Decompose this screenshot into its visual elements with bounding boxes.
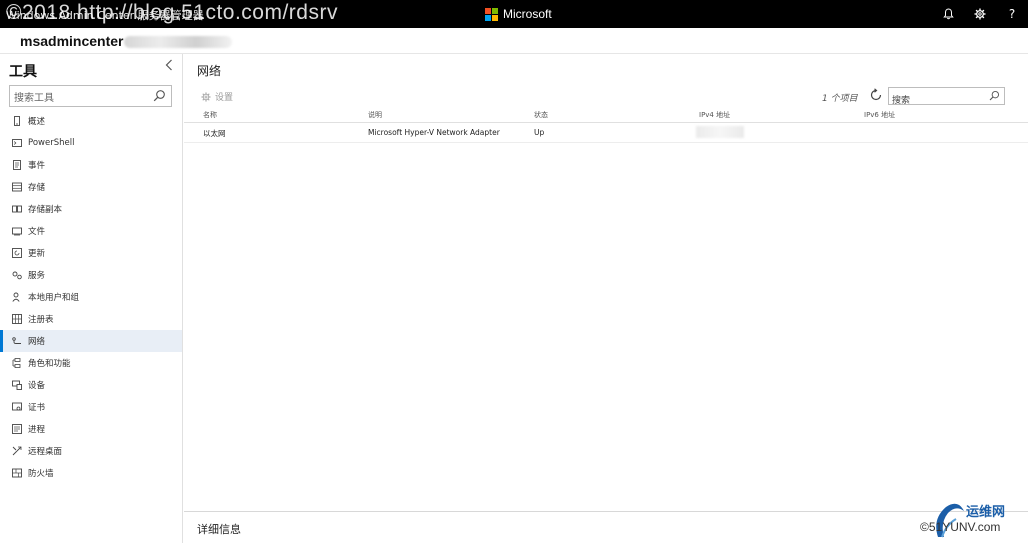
certificates-icon bbox=[12, 402, 22, 412]
sidebar-item-label: 防火墙 bbox=[28, 469, 54, 479]
watermark-text: ©2018 http://blog.51cto.com/rdsrv bbox=[6, 1, 338, 24]
gear-icon bbox=[201, 91, 211, 102]
sidebar-item[interactable]: 更新 bbox=[0, 242, 182, 264]
services-icon bbox=[12, 270, 22, 280]
sidebar-item-label: 更新 bbox=[28, 249, 46, 259]
gear-icon[interactable] bbox=[964, 0, 996, 28]
settings-button[interactable]: 设置 bbox=[201, 90, 233, 103]
server-name: msadmincenter bbox=[20, 33, 124, 49]
cell-name: 以太网 bbox=[203, 129, 226, 138]
events-icon bbox=[12, 160, 22, 170]
sidebar-item-label: PowerShell bbox=[28, 138, 75, 148]
overview-icon bbox=[12, 116, 22, 126]
sidebar-item-label: 存储 bbox=[28, 183, 46, 193]
sidebar-item-label: 远程桌面 bbox=[28, 447, 63, 457]
column-header-status[interactable]: 状态 bbox=[534, 110, 548, 120]
tool-search-box bbox=[9, 85, 172, 109]
storage-icon bbox=[12, 182, 22, 192]
page-title: 网络 bbox=[197, 64, 222, 78]
sidebar-item[interactable]: 事件 bbox=[0, 154, 182, 176]
sidebar-title: 工具 bbox=[9, 64, 37, 80]
refresh-icon[interactable] bbox=[869, 88, 883, 102]
devices-icon bbox=[12, 380, 22, 390]
sidebar-item-label: 本地用户和组 bbox=[28, 293, 80, 303]
processes-icon bbox=[12, 424, 22, 434]
site-logo-url: ©51YUNV.com bbox=[920, 520, 1001, 534]
sidebar-item[interactable]: 服务 bbox=[0, 264, 182, 286]
collapse-sidebar-button[interactable] bbox=[162, 59, 176, 75]
sidebar-item[interactable]: 注册表 bbox=[0, 308, 182, 330]
sidebar-item-label: 角色和功能 bbox=[28, 359, 71, 369]
sidebar-item-label: 概述 bbox=[28, 117, 46, 127]
powershell-icon bbox=[12, 138, 22, 148]
cell-status: Up bbox=[534, 128, 545, 137]
sidebar-item[interactable]: 文件 bbox=[0, 220, 182, 242]
brand-name: Microsoft bbox=[503, 7, 552, 21]
sidebar-item[interactable]: 进程 bbox=[0, 418, 182, 440]
sidebar-item-label: 注册表 bbox=[28, 315, 54, 325]
sidebar-item-label: 证书 bbox=[28, 403, 46, 413]
sidebar-item[interactable]: 防火墙 bbox=[0, 462, 182, 484]
column-header-name[interactable]: 名称 bbox=[203, 110, 217, 120]
files-icon bbox=[12, 226, 22, 236]
redacted-server-suffix bbox=[124, 36, 232, 48]
help-icon[interactable]: ? bbox=[996, 0, 1028, 28]
table-header: 名称 说明 状态 IPv4 地址 IPv6 地址 bbox=[184, 109, 1028, 123]
sidebar-item-label: 文件 bbox=[28, 227, 46, 237]
network-table: 名称 说明 状态 IPv4 地址 IPv6 地址 以太网 Microsoft H… bbox=[184, 109, 1028, 143]
network-search-input[interactable] bbox=[889, 93, 985, 109]
search-icon[interactable] bbox=[989, 90, 1000, 101]
column-header-ipv4[interactable]: IPv4 地址 bbox=[699, 110, 730, 120]
storage-replica-icon bbox=[12, 204, 22, 214]
sidebar-item[interactable]: 远程桌面 bbox=[0, 440, 182, 462]
sidebar-item-label: 进程 bbox=[28, 425, 46, 435]
sidebar-item-label: 事件 bbox=[28, 161, 46, 171]
item-count: 1 个项目 bbox=[822, 94, 858, 104]
sidebar-item[interactable]: 本地用户和组 bbox=[0, 286, 182, 308]
sidebar-item[interactable]: 设备 bbox=[0, 374, 182, 396]
microsoft-brand: Microsoft bbox=[485, 7, 552, 21]
sidebar-item[interactable]: 证书 bbox=[0, 396, 182, 418]
table-row[interactable]: 以太网 Microsoft Hyper-V Network Adapter Up bbox=[184, 123, 1028, 143]
users-icon bbox=[12, 292, 22, 302]
remote-desktop-icon bbox=[12, 446, 22, 456]
column-header-description[interactable]: 说明 bbox=[368, 110, 382, 120]
sidebar-item-label: 网络 bbox=[28, 337, 46, 347]
bell-icon[interactable] bbox=[932, 0, 964, 28]
top-icons: ? bbox=[932, 0, 1028, 28]
details-pane: 详细信息 bbox=[184, 511, 1028, 543]
sidebar-item[interactable]: PowerShell bbox=[0, 132, 182, 154]
redacted-ipv4 bbox=[696, 126, 744, 138]
sidebar-item[interactable]: 网络 bbox=[0, 330, 182, 352]
sidebar-item-label: 存储副本 bbox=[28, 205, 63, 215]
top-bar: Windows Admin Center 服务器管理器 ©2018 http:/… bbox=[0, 0, 1028, 28]
settings-label: 设置 bbox=[215, 93, 234, 103]
sidebar-item[interactable]: 存储 bbox=[0, 176, 182, 198]
main-panel: 网络 设置 1 个项目 名称 说明 状态 IPv4 地址 IPv6 地址 以太网… bbox=[184, 54, 1028, 543]
tool-search-input[interactable] bbox=[10, 88, 148, 109]
sidebar-item[interactable]: 概述 bbox=[0, 110, 182, 132]
column-header-ipv6[interactable]: IPv6 地址 bbox=[864, 110, 895, 120]
roles-icon bbox=[12, 358, 22, 368]
tool-list: 概述 PowerShell 事件存储存储副本文件更新服务本地用户和组 注册表网络角色和… bbox=[0, 110, 182, 484]
site-logo-text: 运维网 bbox=[966, 505, 1006, 520]
firewall-icon bbox=[12, 468, 22, 478]
sidebar-item-label: 服务 bbox=[28, 271, 46, 281]
cell-description: Microsoft Hyper-V Network Adapter bbox=[368, 128, 500, 137]
sidebar-item-label: 设备 bbox=[28, 381, 46, 391]
updates-icon bbox=[12, 248, 22, 258]
registry-icon bbox=[12, 314, 22, 324]
network-icon bbox=[12, 336, 22, 346]
server-header: msadmincenter bbox=[0, 28, 1028, 54]
sidebar-item[interactable]: 存储副本 bbox=[0, 198, 182, 220]
details-title: 详细信息 bbox=[197, 523, 241, 536]
sidebar-item[interactable]: 角色和功能 bbox=[0, 352, 182, 374]
network-search-box bbox=[888, 87, 1005, 109]
search-icon[interactable] bbox=[153, 89, 166, 102]
chevron-left-icon bbox=[165, 59, 172, 71]
microsoft-logo-icon bbox=[485, 7, 498, 21]
tools-sidebar: 工具 概述 PowerShell 事件存储存储副本文件更新服务本地用户和组注册表网络… bbox=[0, 54, 183, 543]
